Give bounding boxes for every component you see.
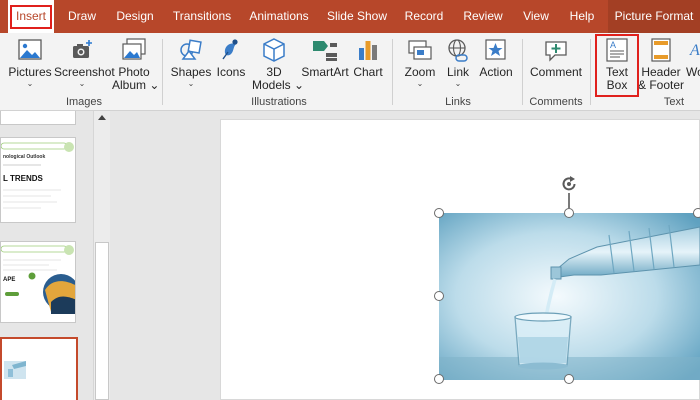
action-icon: [485, 39, 506, 60]
ribbon-tab-bar: Insert Draw Design Transitions Animation…: [0, 0, 700, 33]
shapes-label: Shapes: [170, 65, 212, 79]
slide-thumbnail-selected[interactable]: [0, 337, 78, 400]
comment-icon: [545, 41, 567, 62]
comment-label: Comment: [530, 65, 583, 79]
link-icon: [448, 39, 468, 62]
group-divider: [392, 39, 393, 105]
header-footer-icon: [651, 38, 671, 62]
resize-handle-top-middle[interactable]: [564, 208, 574, 218]
thumbnail-title: APE: [3, 277, 16, 283]
photo-album-icon: [122, 38, 146, 60]
powerpoint-window: Insert Draw Design Transitions Animation…: [0, 0, 700, 400]
resize-handle-top-right[interactable]: [693, 208, 700, 218]
icons-label: Icons: [216, 65, 246, 79]
tab-review[interactable]: Review: [458, 0, 508, 33]
header-footer-label-line2: & Footer: [638, 78, 685, 92]
tab-slide-show[interactable]: Slide Show: [324, 0, 390, 33]
screenshot-icon: [73, 40, 92, 58]
thumbnail-scrollbar[interactable]: [93, 111, 110, 400]
thumbnail-decoration: [4, 361, 26, 379]
resize-handle-top-left[interactable]: [434, 208, 444, 218]
3d-models-label-text: Models: [252, 78, 291, 92]
tab-transitions[interactable]: Transitions: [168, 0, 236, 33]
screenshot-button[interactable]: Screenshot ⌄: [54, 37, 115, 95]
resize-handle-middle-left[interactable]: [434, 291, 444, 301]
slide-thumbnail[interactable]: nological Outlook L TRENDS: [0, 137, 76, 223]
pictures-icon: [18, 39, 42, 60]
scroll-up-icon[interactable]: [94, 111, 110, 125]
3d-models-button[interactable]: 3D Models ⌄: [252, 37, 305, 95]
group-label-images: Images: [65, 96, 103, 108]
photo-album-label-line2: Album ⌄: [112, 78, 160, 92]
shapes-icon: [180, 39, 202, 60]
group-label-links: Links: [445, 96, 471, 108]
shapes-button[interactable]: Shapes ⌄: [170, 37, 212, 95]
link-button[interactable]: Link ⌄: [442, 37, 474, 95]
smartart-label: SmartArt: [301, 65, 349, 79]
photo-album-button[interactable]: Photo Album ⌄: [112, 37, 160, 95]
resize-handle-bottom-middle[interactable]: [564, 374, 574, 384]
pictures-label: Pictures: [8, 65, 52, 79]
chart-label: Chart: [353, 65, 383, 79]
chart-button[interactable]: Chart: [352, 37, 384, 95]
resize-handle-bottom-left[interactable]: [434, 374, 444, 384]
rotate-handle-icon[interactable]: [559, 174, 579, 194]
link-label: Link: [446, 65, 469, 79]
text-box-icon: A: [606, 38, 628, 62]
chevron-down-icon: ⌄: [454, 79, 462, 88]
screenshot-label: Screenshot: [54, 65, 115, 79]
slide-thumbnail[interactable]: APE: [0, 241, 76, 323]
comment-button[interactable]: Comment: [530, 37, 582, 95]
3d-models-icon: [263, 38, 285, 62]
svg-text:A: A: [610, 40, 616, 50]
zoom-icon: [408, 40, 432, 60]
action-button[interactable]: Action: [476, 37, 516, 95]
zoom-button[interactable]: Zoom ⌄: [400, 37, 440, 95]
chevron-down-icon: ⌄: [26, 79, 34, 88]
tab-animations[interactable]: Animations: [244, 0, 314, 33]
wordart-button[interactable]: A Wo: [686, 37, 700, 95]
chevron-down-icon: ⌄: [187, 79, 195, 88]
chevron-down-icon: ⌄: [78, 79, 86, 88]
smartart-icon: [313, 41, 337, 61]
smartart-button[interactable]: SmartArt: [300, 37, 350, 95]
group-divider: [590, 39, 591, 105]
ribbon-insert-panel: Pictures ⌄ Screenshot ⌄ Photo Album ⌄ Im…: [0, 33, 700, 111]
icons-button[interactable]: Icons: [214, 37, 248, 95]
tab-view[interactable]: View: [518, 0, 554, 33]
tab-draw[interactable]: Draw: [62, 0, 102, 33]
tab-help[interactable]: Help: [564, 0, 600, 33]
icons-icon: [222, 39, 238, 60]
thumbnail-heading: nological Outlook: [3, 154, 46, 160]
wordart-label: Wo: [686, 65, 700, 79]
selected-picture[interactable]: [439, 213, 700, 380]
svg-text:A: A: [689, 42, 700, 59]
group-label-comments: Comments: [529, 96, 583, 108]
3d-models-label-line2: Models ⌄: [252, 78, 305, 92]
slide-thumbnail[interactable]: [0, 111, 76, 125]
group-divider: [522, 39, 523, 105]
text-box-button[interactable]: A Text Box: [598, 37, 636, 95]
tab-picture-format[interactable]: Picture Format: [608, 0, 700, 33]
header-footer-button[interactable]: Header & Footer: [638, 37, 684, 95]
photo-album-label-text: Album: [112, 78, 147, 92]
text-box-label-line2: Box: [606, 78, 628, 92]
group-divider: [162, 39, 163, 105]
scrollbar-thumb[interactable]: [95, 242, 109, 400]
chevron-down-icon: ⌄: [416, 79, 424, 88]
tab-design[interactable]: Design: [110, 0, 160, 33]
tab-record[interactable]: Record: [400, 0, 448, 33]
action-label: Action: [479, 65, 513, 79]
chart-icon: [359, 41, 377, 60]
zoom-label: Zoom: [404, 65, 436, 79]
group-label-illustrations: Illustrations: [251, 96, 307, 108]
thumbnail-title: L TRENDS: [3, 174, 43, 183]
tab-insert[interactable]: Insert: [8, 0, 54, 33]
wordart-icon: A: [689, 42, 700, 59]
group-label-text: Text: [663, 96, 685, 108]
rotate-handle-stem: [568, 193, 570, 208]
pictures-button[interactable]: Pictures ⌄: [8, 37, 52, 95]
